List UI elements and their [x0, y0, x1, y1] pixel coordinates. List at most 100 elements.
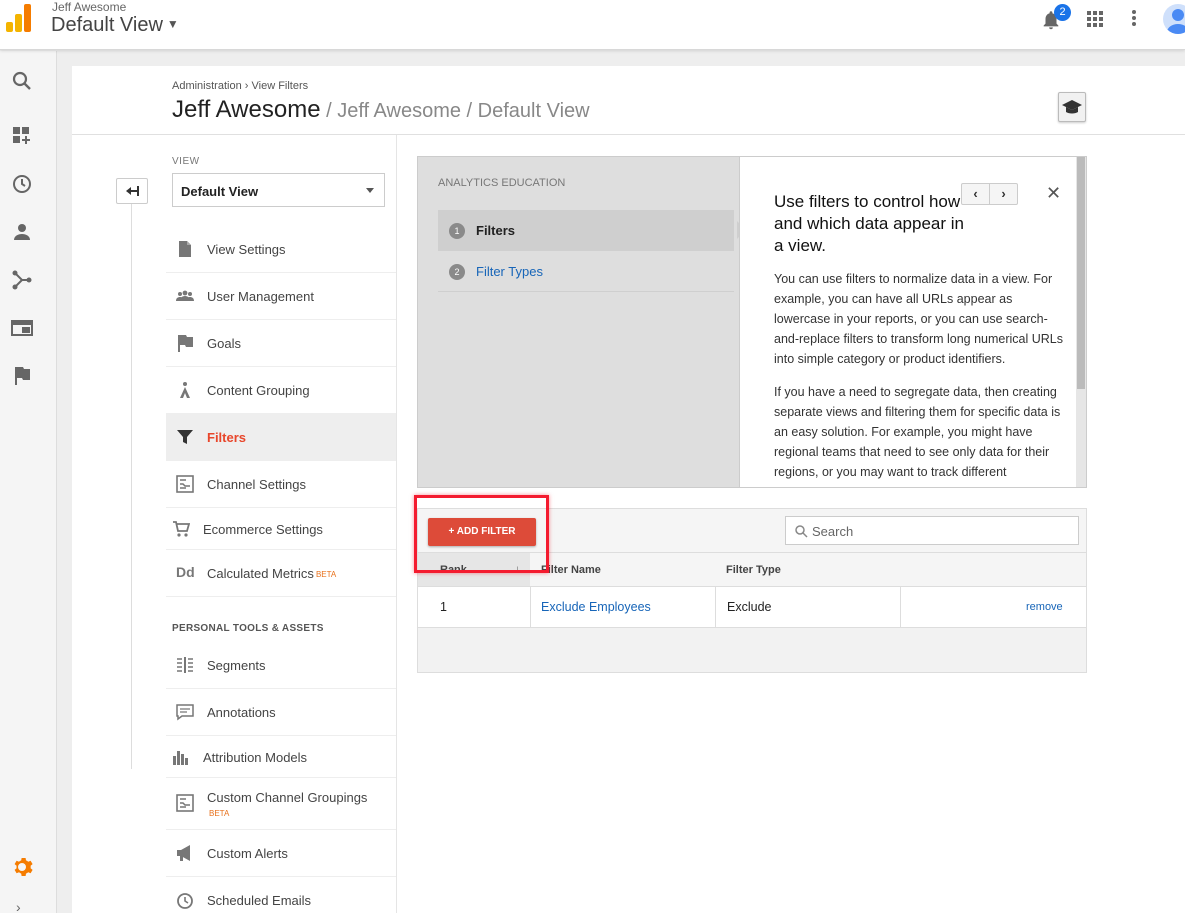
- flag-icon[interactable]: [10, 364, 34, 388]
- nav-label: Channel Settings: [207, 477, 307, 492]
- search-icon[interactable]: [10, 69, 34, 93]
- column-header-filter-type[interactable]: Filter Type: [726, 564, 781, 576]
- education-pager: ‹ ›: [961, 183, 1018, 205]
- cart-icon: [173, 521, 190, 537]
- comment-icon: [176, 704, 194, 721]
- nav-item-scheduled-emails[interactable]: Scheduled Emails: [166, 877, 396, 913]
- dd-icon: Dd: [176, 564, 195, 580]
- nav-item-view-settings[interactable]: View Settings: [166, 226, 396, 273]
- person-walk-icon: [180, 382, 190, 398]
- nav-item-annotations[interactable]: Annotations: [166, 689, 396, 736]
- nav-item-custom-alerts[interactable]: Custom Alerts: [166, 830, 396, 877]
- cell-rank: 1: [440, 600, 447, 614]
- step-number: 2: [449, 264, 465, 280]
- search-placeholder: Search: [812, 524, 854, 539]
- next-arrow-icon[interactable]: ›: [989, 184, 1017, 204]
- nav-label: Goals: [207, 336, 241, 351]
- cell-divider: [530, 587, 531, 627]
- nav-label: Content Grouping: [207, 383, 310, 398]
- nav-item-calculated-metrics[interactable]: Dd Calculated Metrics BETA: [166, 550, 396, 597]
- more-vert-icon[interactable]: [1132, 10, 1136, 28]
- beta-badge: BETA: [315, 570, 337, 579]
- column-header-filter-name[interactable]: Filter Name: [541, 564, 601, 576]
- analytics-education-panel: ANALYTICS EDUCATION 1 Filters 2 Filter T…: [417, 156, 1087, 488]
- cell-divider: [900, 587, 901, 627]
- nav-label: User Management: [207, 289, 314, 304]
- view-label: VIEW: [172, 156, 200, 167]
- nav-item-channel-settings[interactable]: Channel Settings: [166, 461, 396, 508]
- clock-icon[interactable]: [10, 172, 34, 196]
- nav-item-segments[interactable]: Segments: [166, 642, 396, 689]
- view-select-value: Default View: [181, 184, 259, 199]
- cell-divider: [715, 587, 716, 627]
- nav-label: Calculated Metrics BETA: [207, 566, 336, 581]
- nav-item-attribution-models[interactable]: Attribution Models: [166, 736, 396, 778]
- notification-count-badge: 2: [1054, 4, 1071, 21]
- breadcrumb: Administration › View Filters: [172, 80, 308, 92]
- nav-item-filters[interactable]: Filters: [166, 414, 396, 461]
- expand-rail-icon[interactable]: ›: [16, 899, 21, 913]
- nav-timeline-line: [131, 204, 132, 769]
- top-bar: Jeff Awesome Default View ▼ 2: [0, 0, 1185, 50]
- scrollbar-thumb[interactable]: [1077, 157, 1085, 389]
- education-heading: Use filters to control how and which dat…: [774, 192, 964, 255]
- step-number: 1: [449, 223, 465, 239]
- page-title-sub: / Jeff Awesome / Default View: [320, 100, 590, 122]
- education-step-filter-types[interactable]: 2 Filter Types: [438, 251, 734, 292]
- chevron-down-icon: [366, 188, 374, 193]
- users-icon: [176, 290, 194, 301]
- acquisition-icon[interactable]: [10, 268, 34, 292]
- search-input[interactable]: Search: [785, 516, 1079, 545]
- nav-label: Filters: [207, 430, 247, 445]
- education-title: ANALYTICS EDUCATION: [438, 177, 566, 189]
- nav-label: Annotations: [207, 705, 276, 720]
- graduation-cap-icon: [1062, 100, 1082, 114]
- caret-down-icon: ▼: [166, 17, 179, 31]
- close-icon[interactable]: ✕: [1046, 183, 1061, 204]
- clock-icon: [177, 893, 193, 909]
- nav-label: Scheduled Emails: [207, 893, 312, 908]
- view-select[interactable]: Default View: [172, 173, 385, 207]
- column-divider: [396, 135, 397, 913]
- nav-label: Segments: [207, 658, 266, 673]
- step-label: Filter Types: [476, 264, 543, 279]
- avatar[interactable]: [1163, 4, 1185, 34]
- page-title: Jeff Awesome / Jeff Awesome / Default Vi…: [172, 96, 590, 124]
- header-divider: [72, 134, 1185, 135]
- education-step-filters[interactable]: 1 Filters: [438, 210, 734, 251]
- funnel-icon: [177, 430, 193, 444]
- education-toggle-button[interactable]: [1058, 92, 1086, 122]
- nav-item-user-management[interactable]: User Management: [166, 273, 396, 320]
- nav-item-ecommerce-settings[interactable]: Ecommerce Settings: [166, 508, 396, 550]
- nav-label: View Settings: [207, 242, 286, 257]
- education-steps: ANALYTICS EDUCATION 1 Filters 2 Filter T…: [418, 157, 739, 487]
- gear-icon[interactable]: [10, 855, 34, 879]
- analytics-logo-icon[interactable]: [6, 4, 32, 32]
- nav-label: Ecommerce Settings: [203, 522, 323, 537]
- bar-chart-icon: [173, 751, 188, 765]
- view-switcher[interactable]: Default View ▼: [51, 14, 179, 37]
- nav-label: Attribution Models: [203, 750, 308, 765]
- education-scrollbar[interactable]: [1076, 157, 1086, 487]
- breadcrumb-parent[interactable]: Administration: [172, 80, 242, 92]
- left-rail: ›: [0, 51, 57, 913]
- education-paragraph: You can use filters to normalize data in…: [774, 272, 1064, 366]
- remove-link[interactable]: remove: [1026, 601, 1063, 613]
- dashboard-add-icon[interactable]: [10, 124, 34, 148]
- channel-icon: [176, 475, 194, 493]
- page-title-main: Jeff Awesome: [172, 96, 321, 123]
- nav-item-custom-channel-groupings[interactable]: Custom Channel Groupings BETA: [166, 778, 396, 830]
- person-icon[interactable]: [10, 220, 34, 244]
- nav-item-goals[interactable]: Goals: [166, 320, 396, 367]
- breadcrumb-current: View Filters: [251, 80, 309, 92]
- apps-grid-icon[interactable]: [1087, 11, 1103, 27]
- back-arrow-icon: [126, 186, 139, 196]
- nav-item-content-grouping[interactable]: Content Grouping: [166, 367, 396, 414]
- breadcrumb-separator: ›: [244, 80, 249, 92]
- behavior-icon[interactable]: [10, 316, 34, 340]
- cell-filter-name-link[interactable]: Exclude Employees: [541, 600, 651, 614]
- nav-label: Custom Channel Groupings: [207, 790, 368, 805]
- megaphone-icon: [177, 845, 190, 861]
- prev-arrow-icon[interactable]: ‹: [962, 184, 989, 204]
- back-button[interactable]: [116, 178, 148, 204]
